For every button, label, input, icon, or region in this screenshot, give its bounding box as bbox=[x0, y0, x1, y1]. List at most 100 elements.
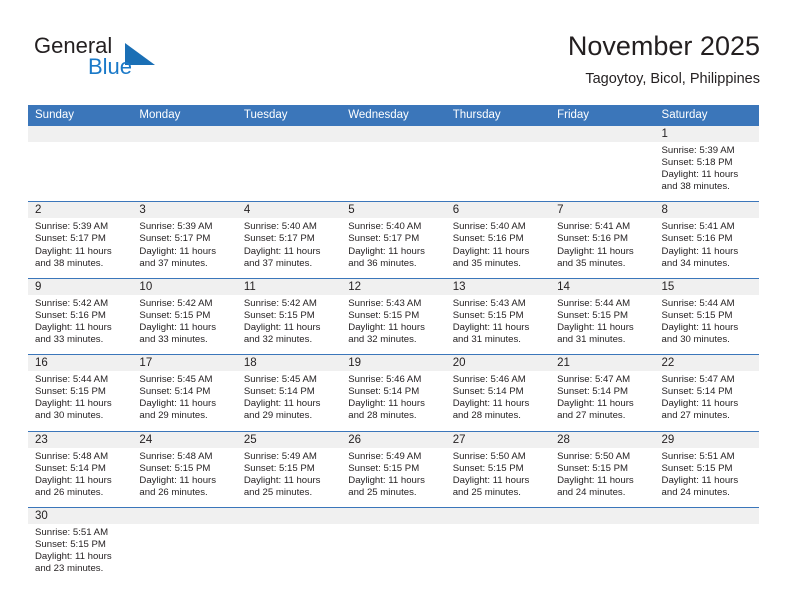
day-number: 6 bbox=[445, 202, 551, 219]
day-number bbox=[550, 507, 655, 524]
calendar-day-cell-empty bbox=[236, 507, 342, 583]
day-details: Sunrise: 5:47 AM Sunset: 5:14 PM Daylight:… bbox=[550, 371, 654, 430]
calendar-day-cell[interactable]: 19 Sunrise: 5:46 AM Sunset: 5:14 PM Dayligh… bbox=[341, 355, 446, 430]
calendar-day-cell-empty bbox=[341, 507, 446, 583]
sunset-text: Sunset: 5:15 PM bbox=[452, 462, 524, 474]
sunrise-text: Sunrise: 5:41 AM bbox=[661, 221, 735, 233]
daylight-text: Daylight: 11 hours and 37 minutes. bbox=[243, 245, 321, 269]
sunrise-text: Sunrise: 5:49 AM bbox=[243, 450, 317, 462]
calendar-day-cell[interactable]: 22 Sunrise: 5:47 AM Sunset: 5:14 PM Dayligh… bbox=[654, 355, 759, 430]
day-number bbox=[132, 126, 237, 142]
calendar-day-cell[interactable]: 6 Sunrise: 5:40 AM Sunset: 5:16 PM Daylight… bbox=[445, 202, 551, 277]
calendar-grid: Sunday Monday Tuesday Wednesday Thursday Frid… bbox=[28, 105, 759, 583]
weekday-header-wednesday: Wednesday bbox=[348, 109, 409, 121]
calendar-day-cell[interactable]: 13 Sunrise: 5:43 AM Sunset: 5:15 PM Dayligh… bbox=[445, 278, 551, 354]
daylight-text: Daylight: 11 hours and 33 minutes. bbox=[139, 321, 217, 346]
day-number bbox=[445, 507, 551, 524]
calendar-day-cell-empty bbox=[341, 126, 446, 201]
day-details: Sunrise: 5:50 AM Sunset: 5:15 PM Daylight:… bbox=[446, 448, 550, 507]
calendar-day-cell[interactable]: 4 Sunrise: 5:40 AM Sunset: 5:17 PM Daylight… bbox=[236, 202, 342, 277]
sunset-text: Sunset: 5:17 PM bbox=[348, 233, 420, 245]
calendar-day-cell[interactable]: 29 Sunrise: 5:51 AM Sunset: 5:15 PM Dayligh… bbox=[654, 431, 759, 507]
calendar-day-cell-empty bbox=[236, 126, 342, 201]
sunrise-text: Sunrise: 5:47 AM bbox=[661, 374, 735, 386]
sunrise-text: Sunrise: 5:42 AM bbox=[35, 297, 109, 309]
calendar-day-cell[interactable]: 8 Sunrise: 5:41 AM Sunset: 5:16 PM Daylight… bbox=[654, 202, 759, 277]
daylight-text: Daylight: 11 hours and 25 minutes. bbox=[243, 474, 321, 498]
sunset-text: Sunset: 5:15 PM bbox=[243, 309, 315, 321]
day-details: Sunrise: 5:43 AM Sunset: 5:15 PM Daylight:… bbox=[341, 295, 445, 354]
day-details: Sunrise: 5:40 AM Sunset: 5:16 PM Daylight:… bbox=[446, 218, 550, 277]
day-details: Sunrise: 5:41 AM Sunset: 5:16 PM Daylight:… bbox=[655, 218, 759, 277]
calendar-day-cell-empty bbox=[550, 126, 655, 201]
calendar-day-cell[interactable]: 11 Sunrise: 5:42 AM Sunset: 5:15 PM Dayligh… bbox=[236, 278, 342, 354]
calendar-day-cell[interactable]: 18 Sunrise: 5:45 AM Sunset: 5:14 PM Dayligh… bbox=[236, 355, 342, 430]
calendar-day-cell[interactable]: 25 Sunrise: 5:49 AM Sunset: 5:15 PM Dayligh… bbox=[236, 431, 342, 507]
calendar-day-cell[interactable]: 5 Sunrise: 5:40 AM Sunset: 5:17 PM Daylight… bbox=[341, 202, 446, 277]
calendar-day-cell[interactable]: 7 Sunrise: 5:41 AM Sunset: 5:16 PM Daylight… bbox=[550, 202, 655, 277]
day-number: 23 bbox=[28, 431, 133, 448]
sunset-text: Sunset: 5:15 PM bbox=[35, 386, 106, 398]
daylight-text: Daylight: 11 hours and 35 minutes. bbox=[452, 245, 530, 269]
sunset-text: Sunset: 5:15 PM bbox=[557, 309, 629, 321]
daylight-text: Daylight: 11 hours and 30 minutes. bbox=[661, 321, 739, 346]
calendar-day-cell[interactable]: 9 Sunrise: 5:42 AM Sunset: 5:16 PM Daylight… bbox=[28, 278, 133, 354]
calendar-day-cell[interactable]: 28 Sunrise: 5:50 AM Sunset: 5:15 PM Dayligh… bbox=[550, 431, 655, 507]
sunset-text: Sunset: 5:16 PM bbox=[35, 309, 106, 321]
day-details: Sunrise: 5:42 AM Sunset: 5:15 PM Daylight:… bbox=[132, 295, 236, 354]
daylight-text: Daylight: 11 hours and 31 minutes. bbox=[452, 321, 530, 346]
day-number: 22 bbox=[654, 355, 759, 372]
day-details: Sunrise: 5:39 AM Sunset: 5:18 PM Daylight:… bbox=[655, 142, 759, 201]
sunset-text: Sunset: 5:16 PM bbox=[661, 233, 733, 245]
sunset-text: Sunset: 5:14 PM bbox=[139, 386, 211, 398]
calendar-day-cell[interactable]: 20 Sunrise: 5:46 AM Sunset: 5:14 PM Dayligh… bbox=[445, 355, 551, 430]
calendar-day-cell[interactable]: 27 Sunrise: 5:50 AM Sunset: 5:15 PM Dayligh… bbox=[445, 431, 551, 507]
daylight-text: Daylight: 11 hours and 26 minutes. bbox=[35, 474, 112, 498]
daylight-text: Daylight: 11 hours and 25 minutes. bbox=[348, 474, 425, 498]
day-details: Sunrise: 5:45 AM Sunset: 5:14 PM Daylight:… bbox=[237, 371, 341, 430]
day-number: 3 bbox=[132, 202, 237, 219]
calendar-day-cell[interactable]: 30 Sunrise: 5:51 AM Sunset: 5:15 PM Dayligh… bbox=[28, 507, 133, 583]
day-number: 2 bbox=[28, 202, 133, 219]
sunrise-text: Sunrise: 5:43 AM bbox=[348, 297, 422, 309]
day-details: Sunrise: 5:51 AM Sunset: 5:15 PM Daylight:… bbox=[28, 524, 132, 583]
page-header: General Blue November 2025 Tagoytoy, Bic… bbox=[28, 30, 760, 98]
calendar-day-cell[interactable]: 14 Sunrise: 5:44 AM Sunset: 5:15 PM Dayligh… bbox=[550, 278, 655, 354]
calendar-day-cell[interactable]: 3 Sunrise: 5:39 AM Sunset: 5:17 PM Daylight… bbox=[132, 202, 237, 277]
calendar-day-cell[interactable]: 16 Sunrise: 5:44 AM Sunset: 5:15 PM Dayligh… bbox=[28, 355, 133, 430]
sunrise-text: Sunrise: 5:45 AM bbox=[139, 374, 213, 386]
calendar-day-cell[interactable]: 17 Sunrise: 5:45 AM Sunset: 5:14 PM Dayligh… bbox=[132, 355, 237, 430]
day-number: 30 bbox=[28, 507, 133, 524]
day-number: 7 bbox=[550, 202, 655, 219]
calendar-day-cell[interactable]: 23 Sunrise: 5:48 AM Sunset: 5:14 PM Dayligh… bbox=[28, 431, 133, 507]
calendar-day-cell[interactable]: 10 Sunrise: 5:42 AM Sunset: 5:15 PM Dayligh… bbox=[132, 278, 237, 354]
day-details: Sunrise: 5:40 AM Sunset: 5:17 PM Daylight:… bbox=[237, 218, 341, 277]
day-number: 18 bbox=[236, 355, 342, 372]
sunrise-text: Sunrise: 5:43 AM bbox=[452, 297, 526, 309]
calendar-day-cell[interactable]: 1 Sunrise: 5:39 AM Sunset: 5:18 PM Daylight… bbox=[654, 126, 759, 201]
calendar-day-cell[interactable]: 21 Sunrise: 5:47 AM Sunset: 5:14 PM Dayligh… bbox=[550, 355, 655, 430]
day-number: 25 bbox=[236, 431, 342, 448]
day-number: 9 bbox=[28, 278, 133, 295]
sunset-text: Sunset: 5:15 PM bbox=[348, 309, 420, 321]
sunset-text: Sunset: 5:16 PM bbox=[452, 233, 524, 245]
sunrise-text: Sunrise: 5:50 AM bbox=[557, 450, 631, 462]
daylight-text: Daylight: 11 hours and 23 minutes. bbox=[35, 551, 112, 575]
calendar-day-cell[interactable]: 24 Sunrise: 5:48 AM Sunset: 5:15 PM Dayligh… bbox=[132, 431, 237, 507]
day-details: Sunrise: 5:45 AM Sunset: 5:14 PM Daylight:… bbox=[132, 371, 236, 430]
calendar-day-cell[interactable]: 12 Sunrise: 5:43 AM Sunset: 5:15 PM Dayligh… bbox=[341, 278, 446, 354]
sunset-text: Sunset: 5:15 PM bbox=[348, 462, 420, 474]
day-details: Sunrise: 5:41 AM Sunset: 5:16 PM Daylight:… bbox=[550, 218, 654, 277]
sunrise-text: Sunrise: 5:48 AM bbox=[139, 450, 213, 462]
brand-logo: General Blue bbox=[28, 30, 258, 88]
calendar-day-cell[interactable]: 15 Sunrise: 5:44 AM Sunset: 5:15 PM Dayligh… bbox=[654, 278, 759, 354]
day-number bbox=[654, 507, 759, 524]
sunrise-text: Sunrise: 5:40 AM bbox=[348, 221, 422, 233]
calendar-day-cell[interactable]: 2 Sunrise: 5:39 AM Sunset: 5:17 PM Daylight… bbox=[28, 202, 133, 277]
sunrise-text: Sunrise: 5:47 AM bbox=[557, 374, 631, 386]
calendar-day-cell[interactable]: 26 Sunrise: 5:49 AM Sunset: 5:15 PM Dayligh… bbox=[341, 431, 446, 507]
weekday-header-saturday: Saturday bbox=[661, 109, 708, 121]
sunset-text: Sunset: 5:14 PM bbox=[243, 386, 315, 398]
daylight-text: Daylight: 11 hours and 30 minutes. bbox=[35, 398, 112, 422]
sunrise-text: Sunrise: 5:40 AM bbox=[243, 221, 317, 233]
